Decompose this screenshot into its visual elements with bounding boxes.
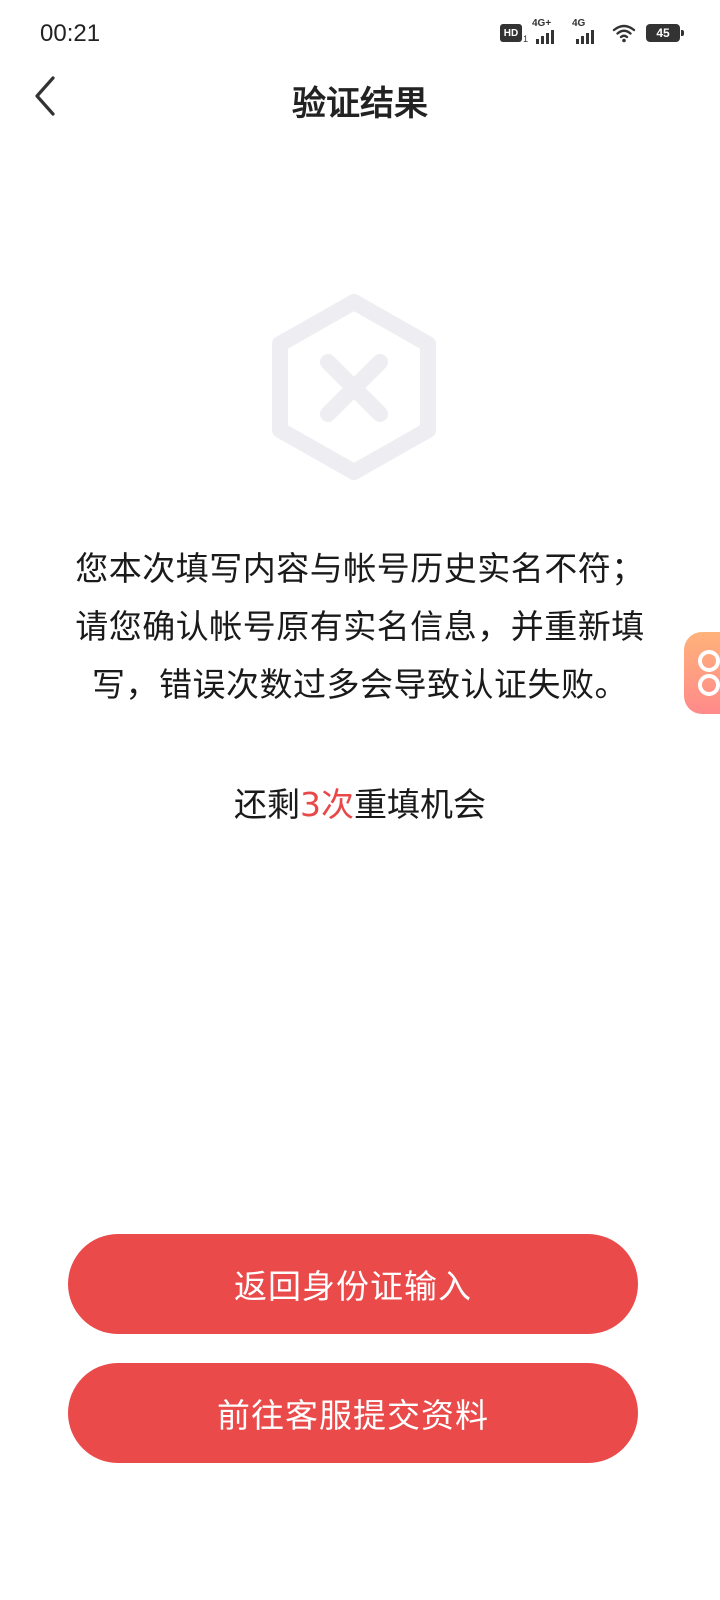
hd-sub-label: 1: [522, 34, 528, 44]
floating-assistant-icon-ring: [698, 674, 720, 696]
remaining-attempts: 还剩3次重填机会: [0, 778, 720, 826]
hexagon-x-icon: [272, 294, 436, 480]
floating-assistant-button[interactable]: [684, 632, 720, 714]
signal-4g-icon: 4G: [572, 18, 602, 44]
signal2-label: 4G: [572, 18, 586, 29]
message-line-1: 您本次填写内容与帐号历史实名不符；: [75, 549, 645, 588]
signal1-label: 4G+: [532, 18, 552, 29]
signal-4g-plus-icon: 4G+: [532, 18, 562, 44]
status-icons: HD 1 4G+ 4G 45: [500, 18, 684, 44]
hd-voice-icon: HD 1: [500, 24, 528, 44]
remaining-suffix: 重填机会: [354, 785, 486, 824]
remaining-prefix: 还剩: [234, 785, 300, 824]
battery-icon: 45: [646, 24, 684, 42]
remaining-count: 3次: [300, 785, 354, 824]
floating-assistant-icon: [698, 650, 720, 672]
nav-bar: 验证结果: [0, 60, 720, 136]
return-id-input-button[interactable]: 返回身份证输入: [68, 1234, 638, 1334]
message-line-3: 写，错误次数过多会导致认证失败。: [92, 665, 628, 704]
battery-level: 45: [656, 26, 670, 40]
wifi-icon: [612, 24, 636, 43]
hd-label: HD: [503, 27, 519, 39]
result-message: 您本次填写内容与帐号历史实名不符； 请您确认帐号原有实名信息，并重新填 写，错误…: [40, 540, 680, 714]
page-title: 验证结果: [292, 84, 428, 124]
contact-service-submit-button[interactable]: 前往客服提交资料: [68, 1363, 638, 1463]
message-line-2: 请您确认帐号原有实名信息，并重新填: [75, 607, 645, 646]
status-time: 00:21: [40, 20, 101, 47]
